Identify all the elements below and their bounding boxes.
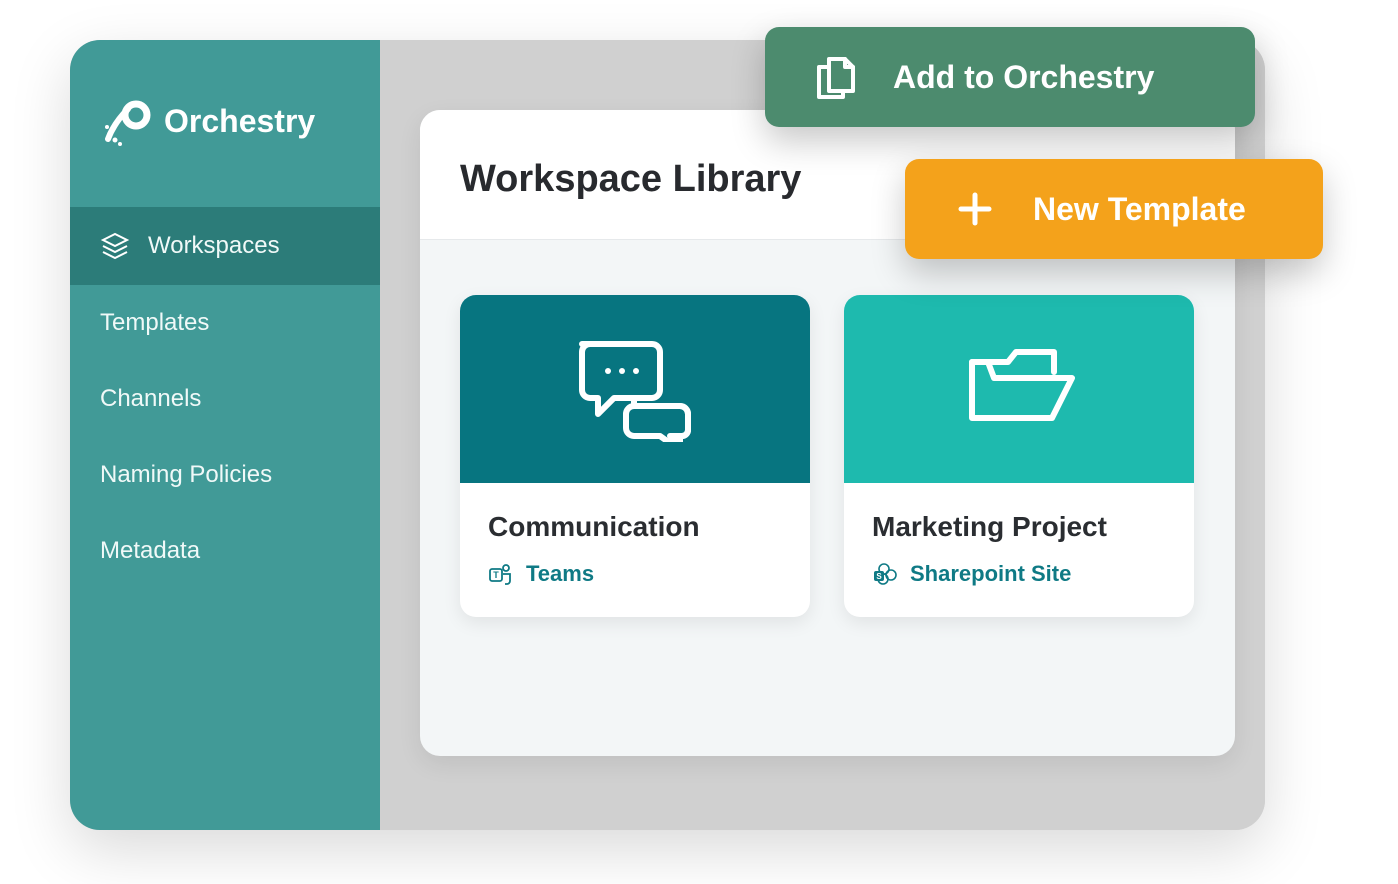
- template-card-communication[interactable]: Communication T Teams: [460, 295, 810, 617]
- sidebar-item-label: Naming Policies: [100, 461, 272, 489]
- card-body: Marketing Project S: [844, 483, 1194, 617]
- sharepoint-icon: S: [872, 561, 898, 587]
- sidebar-item-workspaces[interactable]: Workspaces: [70, 207, 380, 285]
- card-platform-label: Teams: [526, 561, 594, 587]
- copy-document-icon: [809, 51, 861, 103]
- card-title: Communication: [488, 511, 782, 543]
- sidebar-item-label: Metadata: [100, 537, 200, 565]
- sidebar-item-label: Workspaces: [148, 232, 280, 260]
- sidebar-item-label: Channels: [100, 385, 201, 413]
- new-template-button[interactable]: New Template: [905, 159, 1323, 259]
- card-hero: [460, 295, 810, 483]
- folder-open-icon: [954, 332, 1084, 447]
- button-label: New Template: [1033, 191, 1246, 228]
- button-label: Add to Orchestry: [893, 59, 1154, 96]
- teams-icon: T: [488, 561, 514, 587]
- sidebar-item-naming-policies[interactable]: Naming Policies: [70, 437, 380, 513]
- card-hero: [844, 295, 1194, 483]
- cards-row: Communication T Teams: [420, 240, 1235, 672]
- card-platform: T Teams: [488, 561, 782, 587]
- sidebar-item-label: Templates: [100, 309, 209, 337]
- svg-text:S: S: [876, 572, 882, 581]
- orchestry-logo-icon: [100, 95, 152, 147]
- card-platform-label: Sharepoint Site: [910, 561, 1071, 587]
- sidebar-item-metadata[interactable]: Metadata: [70, 513, 380, 589]
- logo: Orchestry: [70, 95, 380, 207]
- card-platform: S Sharepoint Site: [872, 561, 1166, 587]
- sidebar-item-templates[interactable]: Templates: [70, 285, 380, 361]
- sidebar-item-channels[interactable]: Channels: [70, 361, 380, 437]
- card-title: Marketing Project: [872, 511, 1166, 543]
- add-to-orchestry-button[interactable]: Add to Orchestry: [765, 27, 1255, 127]
- sidebar: Orchestry Workspaces Templates Channels …: [70, 40, 380, 830]
- svg-text:T: T: [493, 570, 499, 580]
- chat-bubbles-icon: [570, 332, 700, 447]
- workspaces-icon: [100, 231, 130, 261]
- template-card-marketing-project[interactable]: Marketing Project S: [844, 295, 1194, 617]
- plus-icon: [949, 183, 1001, 235]
- brand-name: Orchestry: [164, 103, 315, 140]
- floating-actions: Add to Orchestry New Template: [765, 27, 1323, 259]
- card-body: Communication T Teams: [460, 483, 810, 617]
